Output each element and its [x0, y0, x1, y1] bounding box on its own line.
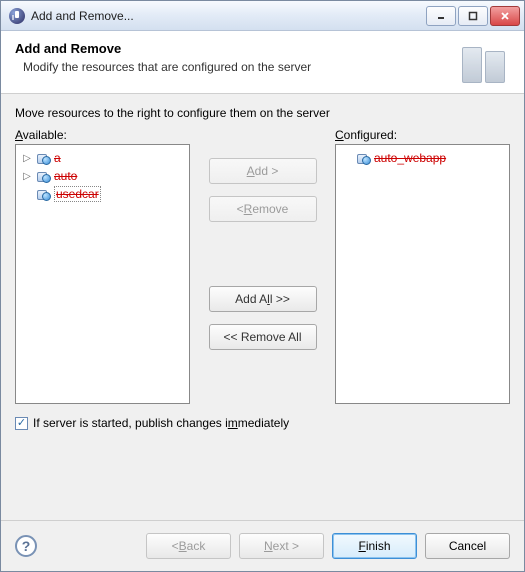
add-all-button[interactable]: Add All >> [209, 286, 317, 312]
help-icon[interactable]: ? [15, 535, 37, 557]
list-item[interactable]: auto_webapp [338, 149, 507, 167]
configured-list[interactable]: auto_webapp [335, 144, 510, 404]
banner-heading: Add and Remove [15, 41, 456, 56]
module-icon [355, 151, 371, 165]
footer: ? < Back Next > Finish Cancel [1, 520, 524, 571]
banner-sub: Modify the resources that are configured… [23, 60, 456, 74]
instruction-text: Move resources to the right to configure… [15, 106, 510, 120]
back-button[interactable]: < Back [146, 533, 231, 559]
available-label: Available: [15, 128, 190, 142]
list-item[interactable]: ▷a [18, 149, 187, 167]
finish-button[interactable]: Finish [332, 533, 417, 559]
item-label: auto [54, 169, 77, 183]
titlebar[interactable]: Add and Remove... [1, 1, 524, 31]
item-label: usedcar [54, 186, 101, 202]
list-item[interactable]: ▷ auto [18, 167, 187, 185]
module-icon [35, 169, 51, 183]
item-label: a [54, 151, 61, 165]
close-button[interactable] [490, 6, 520, 26]
remove-all-button[interactable]: << Remove All [209, 324, 317, 350]
maximize-button[interactable] [458, 6, 488, 26]
minimize-button[interactable] [426, 6, 456, 26]
remove-button[interactable]: < Remove [209, 196, 317, 222]
expand-icon[interactable]: ▷ [22, 153, 32, 164]
list-item[interactable]: usedcar [18, 185, 187, 203]
publish-checkbox-label: If server is started, publish changes im… [33, 416, 289, 430]
configured-label: Configured: [335, 128, 510, 142]
publish-checkbox[interactable]: ✓ [15, 417, 28, 430]
content-area: Move resources to the right to configure… [1, 94, 524, 520]
server-icon [462, 41, 510, 83]
wizard-banner: Add and Remove Modify the resources that… [1, 31, 524, 94]
window-title: Add and Remove... [31, 9, 426, 23]
available-list[interactable]: ▷a▷autousedcar [15, 144, 190, 404]
eclipse-icon [9, 8, 25, 24]
publish-checkbox-row[interactable]: ✓ If server is started, publish changes … [15, 416, 510, 430]
dialog-window: Add and Remove... Add and Remove Modify … [0, 0, 525, 572]
expand-icon[interactable]: ▷ [22, 171, 32, 182]
window-controls [426, 6, 520, 26]
cancel-button[interactable]: Cancel [425, 533, 510, 559]
module-icon [35, 151, 51, 165]
module-icon [35, 187, 51, 201]
next-button[interactable]: Next > [239, 533, 324, 559]
add-button[interactable]: Add > [209, 158, 317, 184]
item-label: auto_webapp [374, 151, 446, 165]
